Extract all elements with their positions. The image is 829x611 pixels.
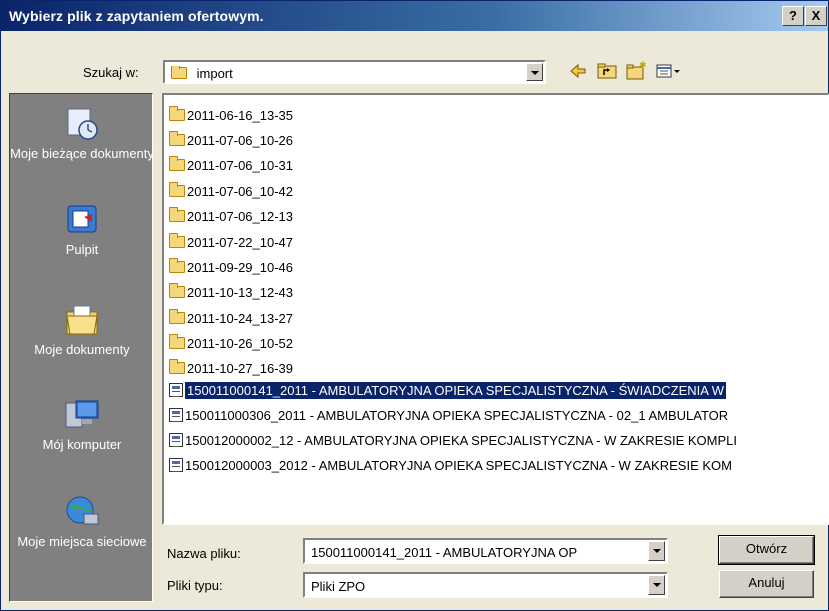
new-folder-button[interactable]: ✱ <box>625 60 647 82</box>
list-item[interactable]: 2011-10-27_16-39 <box>169 358 297 379</box>
lookin-label: Szukaj w: <box>83 65 139 80</box>
folder-icon <box>169 309 185 324</box>
network-places-icon <box>64 494 100 530</box>
lookin-value: import <box>196 66 233 81</box>
up-folder-icon <box>597 63 617 79</box>
filename-label: Nazwa pliku: <box>167 546 241 561</box>
folder-icon <box>169 131 185 146</box>
folder-icon <box>171 66 187 79</box>
open-button[interactable]: Otwórz <box>718 535 815 565</box>
filename-field[interactable]: 150011000141_2011 - AMBULATORYJNA OP <box>311 545 646 560</box>
list-item[interactable]: 2011-07-06_10-26 <box>169 130 297 151</box>
my-computer-icon <box>64 397 100 433</box>
dialog-title: Wybierz plik z zapytaniem ofertowym. <box>9 8 264 24</box>
folder-icon <box>169 106 185 121</box>
folder-icon <box>169 182 185 197</box>
place-network[interactable]: Moje miejsca sieciowe <box>10 494 154 550</box>
folder-icon <box>169 334 185 349</box>
list-item[interactable]: 2011-10-13_12-43 <box>169 282 297 303</box>
document-icon <box>169 458 183 472</box>
list-item[interactable]: 2011-10-24_13-27 <box>169 308 297 329</box>
list-item[interactable]: 2011-10-26_10-52 <box>169 333 297 354</box>
filename-combo[interactable]: 150011000141_2011 - AMBULATORYJNA OP <box>303 538 668 564</box>
my-documents-icon <box>64 302 100 338</box>
filetype-value: Pliki ZPO <box>311 579 366 594</box>
help-button[interactable]: ? <box>782 6 804 26</box>
filetype-label: Pliki typu: <box>167 578 223 593</box>
place-label: Mój komputer <box>42 437 122 452</box>
list-item[interactable]: 150012000003_2012 - AMBULATORYJNA OPIEKA… <box>169 455 736 476</box>
chevron-down-icon[interactable] <box>526 63 543 81</box>
lookin-combo[interactable]: import <box>163 60 546 84</box>
file-list[interactable]: 2011-06-16_13-35 2011-07-06_10-26 2011-0… <box>162 93 829 525</box>
list-item[interactable]: 150012000002_12 - AMBULATORYJNA OPIEKA S… <box>169 430 741 451</box>
chevron-down-icon[interactable] <box>648 575 665 595</box>
up-folder-button[interactable] <box>596 60 618 82</box>
chevron-down-icon[interactable] <box>648 541 665 561</box>
view-menu-icon <box>656 64 680 78</box>
cancel-button[interactable]: Anuluj <box>719 570 814 598</box>
place-label: Pulpit <box>65 242 99 257</box>
place-recent-documents[interactable]: Moje bieżące dokumenty <box>10 106 154 162</box>
place-desktop[interactable]: Pulpit <box>10 202 154 258</box>
place-label: Moje miejsca sieciowe <box>17 534 147 549</box>
document-icon <box>169 383 183 397</box>
back-arrow-icon <box>570 63 586 79</box>
place-label: Moje dokumenty <box>34 342 130 357</box>
document-icon <box>169 433 183 447</box>
list-item[interactable]: 2011-07-06_10-42 <box>169 181 297 202</box>
view-menu-button[interactable] <box>654 60 684 82</box>
place-my-documents[interactable]: Moje dokumenty <box>10 302 154 358</box>
folder-icon <box>169 283 185 298</box>
new-folder-icon: ✱ <box>626 61 647 80</box>
filetype-combo[interactable]: Pliki ZPO <box>303 572 668 598</box>
list-item[interactable]: 2011-09-29_10-46 <box>169 257 297 278</box>
document-icon <box>169 408 183 422</box>
desktop-icon <box>64 202 100 238</box>
list-item[interactable]: 2011-07-06_12-13 <box>169 206 297 227</box>
recent-documents-icon <box>64 106 100 142</box>
folder-icon <box>169 233 185 248</box>
list-item-selected[interactable]: 150011000141_2011 - AMBULATORYJNA OPIEKA… <box>169 380 730 401</box>
folder-icon <box>169 258 185 273</box>
file-open-dialog: Wybierz plik z zapytaniem ofertowym. ? X… <box>0 0 829 611</box>
place-label: Moje bieżące dokumenty <box>10 146 154 161</box>
folder-icon <box>169 359 185 374</box>
folder-icon <box>169 207 185 222</box>
list-item[interactable]: 150011000306_2011 - AMBULATORYJNA OPIEKA… <box>169 405 732 426</box>
svg-text:✱: ✱ <box>639 61 647 71</box>
places-bar: Moje bieżące dokumenty Pulpit Moje dokum… <box>9 93 154 602</box>
title-bar[interactable]: Wybierz plik z zapytaniem ofertowym. ? X <box>1 1 828 31</box>
folder-icon <box>169 156 185 171</box>
list-item[interactable]: 2011-07-06_10-31 <box>169 155 297 176</box>
list-item[interactable]: 2011-06-16_13-35 <box>169 105 297 126</box>
close-button[interactable]: X <box>805 6 827 26</box>
place-my-computer[interactable]: Mój komputer <box>10 397 154 453</box>
list-item[interactable]: 2011-07-22_10-47 <box>169 232 297 253</box>
back-button[interactable] <box>567 60 589 82</box>
